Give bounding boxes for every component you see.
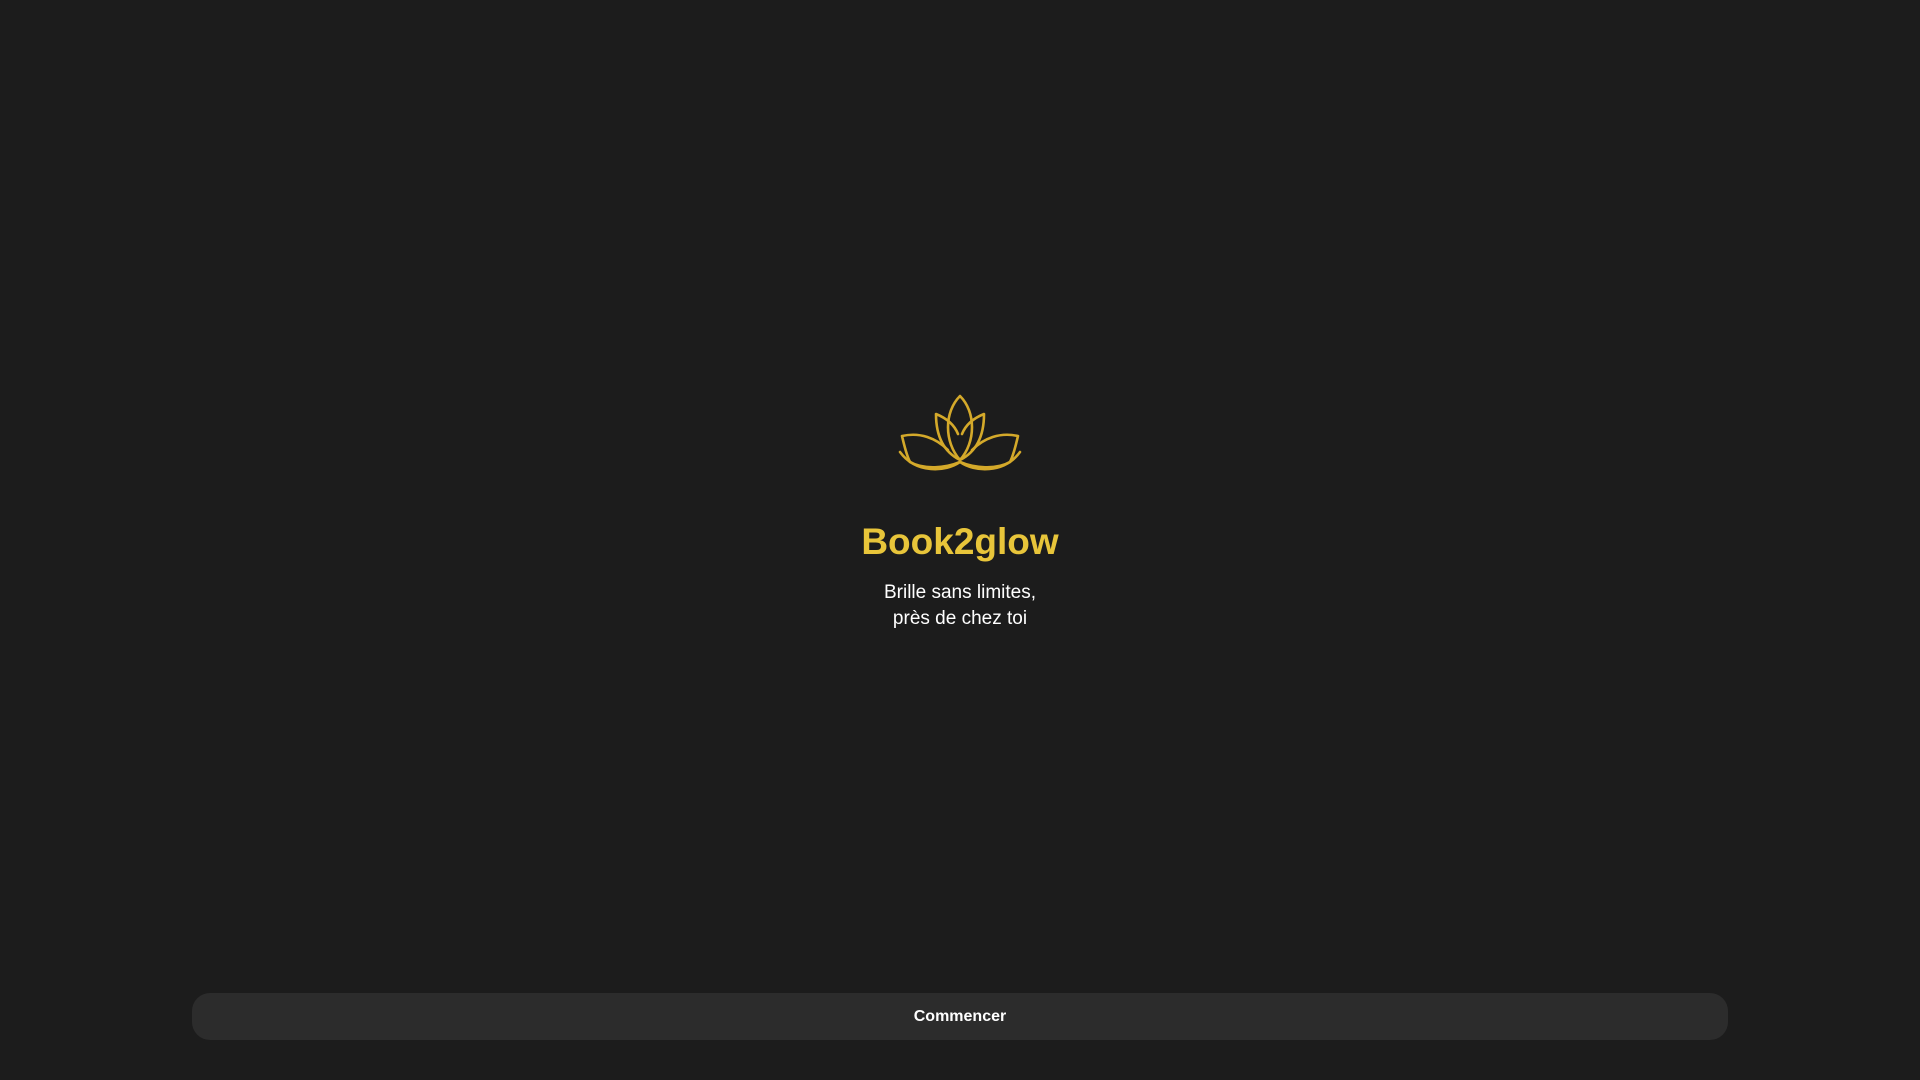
welcome-screen: Book2glow Brille sans limites, près de c… xyxy=(0,0,1920,1080)
lotus-icon xyxy=(896,392,1024,472)
app-title: Book2glow xyxy=(861,521,1059,562)
start-button[interactable]: Commencer xyxy=(192,993,1728,1040)
tagline-line-2: près de chez toi xyxy=(892,608,1028,629)
tagline-line-1: Brille sans limites, xyxy=(883,582,1037,603)
tagline: Brille sans limites, près de chez toi xyxy=(0,580,1920,632)
